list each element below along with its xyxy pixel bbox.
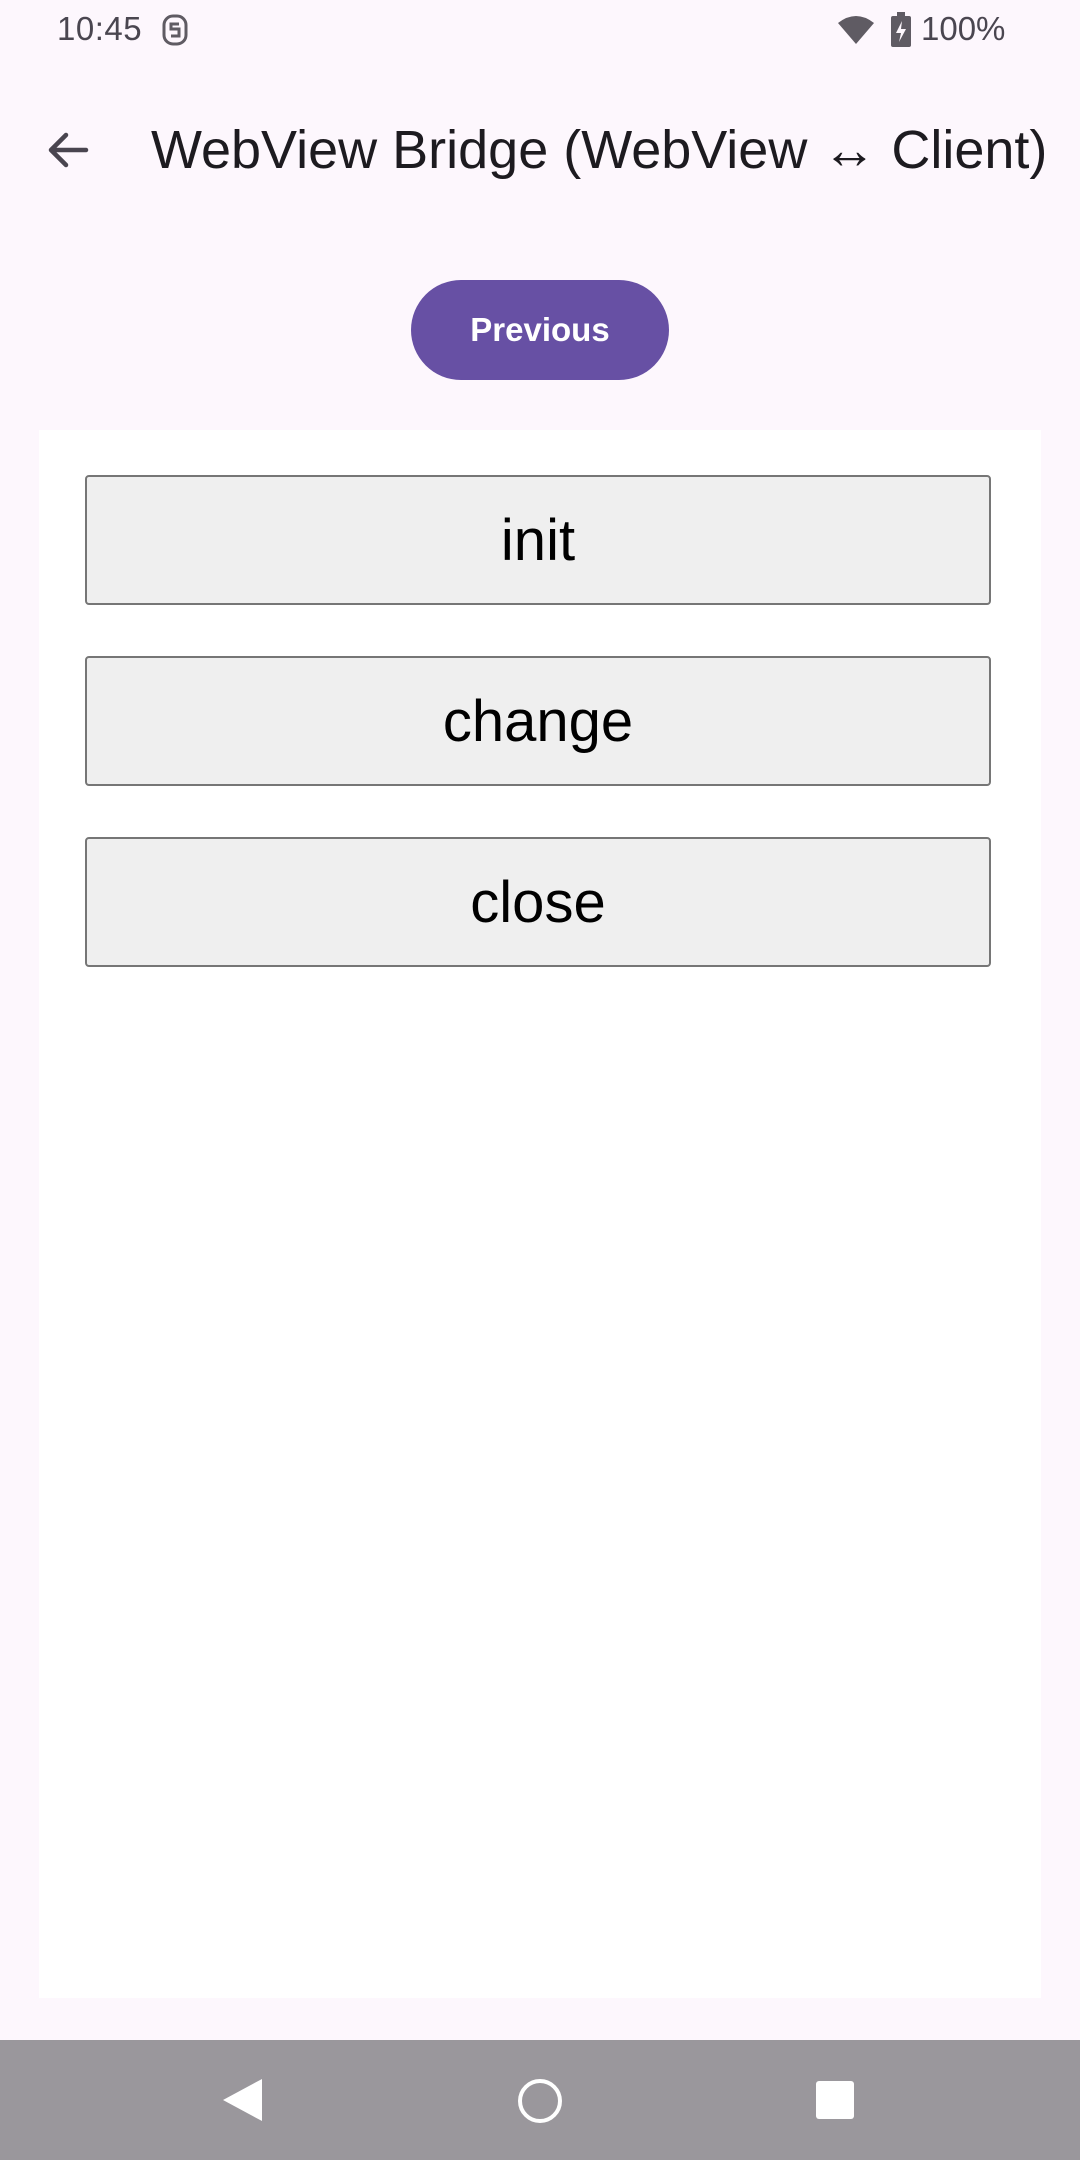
navigation-bar [0, 2040, 1080, 2160]
battery-charging-icon [891, 12, 911, 47]
battery-percentage: 100% [921, 10, 1006, 47]
change-button[interactable]: change [85, 656, 991, 786]
webview-panel: init change close [39, 430, 1041, 1998]
nav-home-icon[interactable] [517, 2078, 563, 2124]
previous-button[interactable]: Previous [411, 280, 669, 380]
s-notification-icon [162, 14, 188, 46]
back-button[interactable] [36, 118, 100, 182]
nav-recents-icon[interactable] [816, 2081, 854, 2119]
close-button[interactable]: close [85, 837, 991, 967]
status-bar: 10:45 100% [0, 0, 1080, 60]
nav-back-icon[interactable] [220, 2077, 264, 2123]
arrow-back-icon [48, 132, 89, 168]
wifi-icon [838, 16, 874, 44]
top-app-bar: WebView Bridge (WebView ↔ Client) [0, 100, 1080, 200]
init-button[interactable]: init [85, 475, 991, 605]
page-title: WebView Bridge (WebView ↔ Client) [151, 120, 1048, 180]
status-time: 10:45 [57, 10, 143, 47]
